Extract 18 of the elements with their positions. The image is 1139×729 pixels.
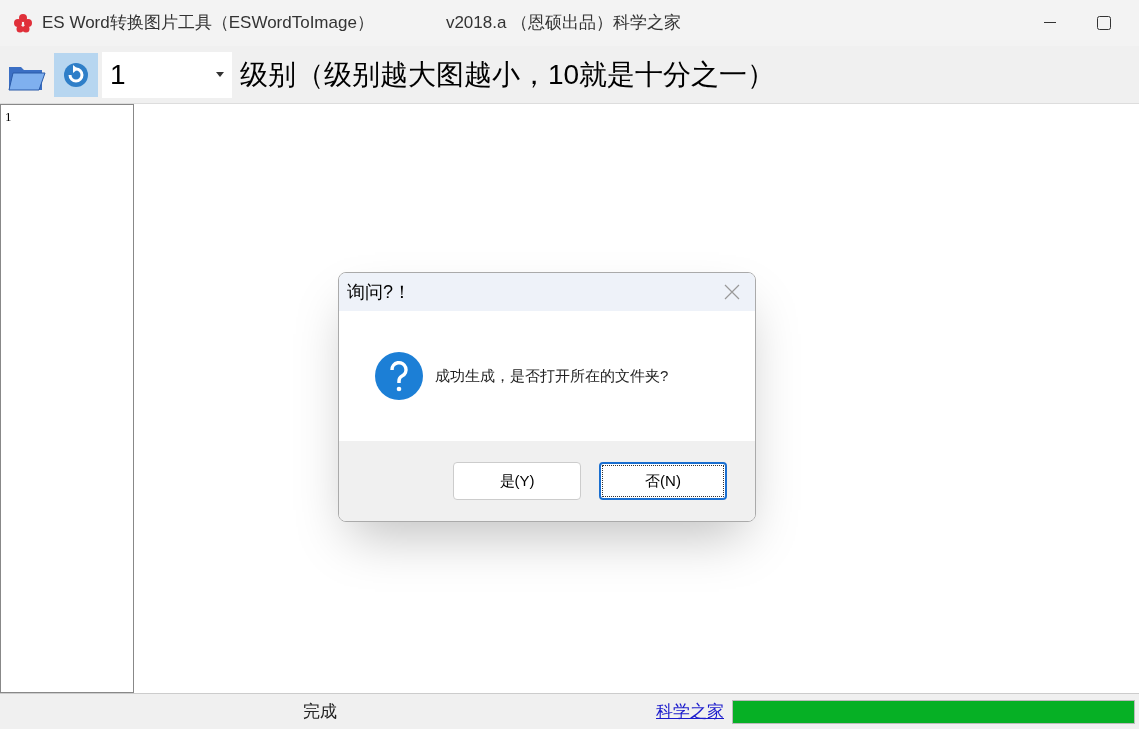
caret-icon	[216, 72, 224, 77]
dialog-message: 成功生成，是否打开所在的文件夹?	[435, 365, 669, 386]
version-text: v2018.a （恩硕出品）科学之家	[445, 12, 682, 35]
dialog-title: 询问?！	[347, 280, 411, 304]
dialog-button[interactable]: 是(Y)	[453, 462, 581, 500]
maximize-icon	[1097, 16, 1111, 30]
flower-logo-icon	[12, 12, 34, 34]
level-dropdown[interactable]: 1	[102, 51, 232, 98]
window-title: ES Word转换图片工具（ESWordToImage）	[42, 12, 374, 35]
refresh-button[interactable]	[54, 52, 98, 97]
page-list-item[interactable]: 1	[5, 109, 129, 126]
dialog-button[interactable]: 否(N)	[599, 462, 727, 500]
level-label: 级别（级别越大图越小，10就是十分之一）	[240, 57, 776, 92]
question-icon	[375, 352, 423, 400]
close-icon	[724, 284, 740, 300]
minimize-icon	[1044, 22, 1056, 24]
website-link[interactable]: 科学之家	[656, 698, 724, 725]
status-text: 完成	[302, 700, 338, 723]
